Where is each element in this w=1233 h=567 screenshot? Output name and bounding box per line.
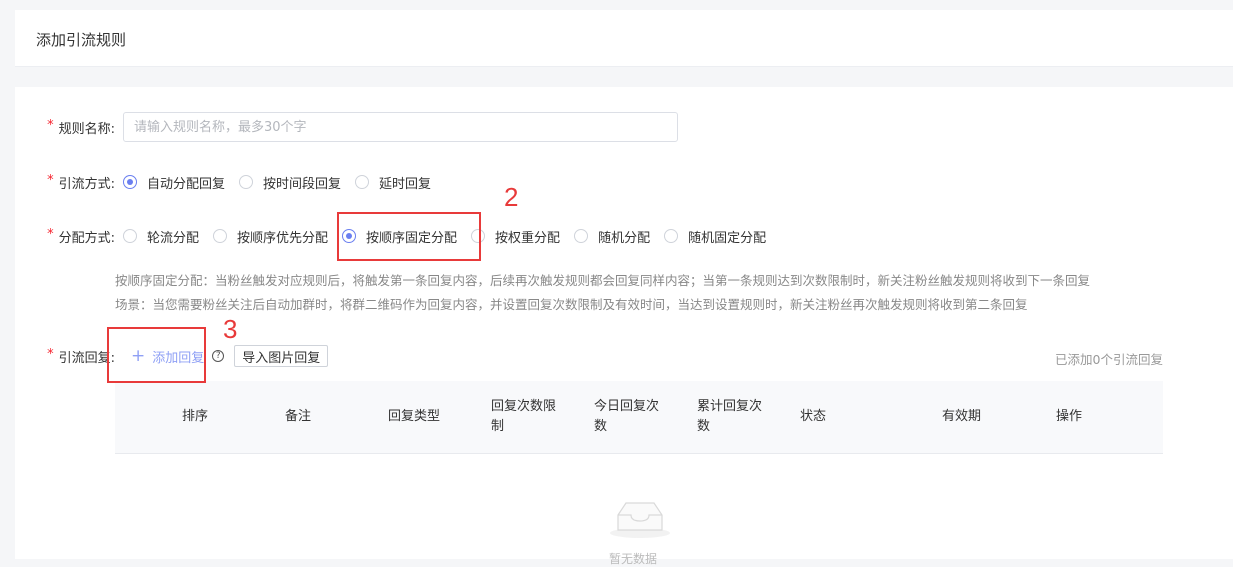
column-header: 回复类型	[388, 409, 441, 424]
radio-dot-icon	[574, 229, 589, 243]
radio-dot-icon	[664, 229, 679, 243]
rule-name-row: * 规则名称:	[15, 112, 678, 142]
add-reply-button[interactable]: + 添加回复	[131, 347, 204, 366]
rule-form: * 规则名称: * 引流方式: 自动分配回复 按时间段回复 延时回复	[15, 87, 1233, 566]
radio-auto-allocate[interactable]: 自动分配回复	[123, 173, 225, 192]
allocation-mode-row: * 分配方式: 轮流分配 按顺序优先分配 按顺序固定分配 按权重分配 随机分配 …	[15, 221, 780, 251]
column-header: 有效期	[942, 409, 982, 424]
reply-count-text: 已添加0个引流回复	[1055, 352, 1163, 367]
column-header: 操作	[1056, 409, 1083, 424]
allocation-hint-line-2: 场景：当您需要粉丝关注后自动加群时，将群二维码作为回复内容，并设置回复次数限制及…	[115, 297, 1028, 312]
required-mark: *	[47, 117, 54, 133]
allocation-hint-line-1: 按顺序固定分配：当粉丝触发对应规则后，将触发第一条回复内容，后续再次触发规则都会…	[115, 273, 1091, 288]
radio-dot-icon	[471, 229, 486, 243]
allocation-mode-radio-group: 轮流分配 按顺序优先分配 按顺序固定分配 按权重分配 随机分配 随机固定分配	[123, 227, 780, 246]
radio-sequential-fixed[interactable]: 按顺序固定分配	[342, 227, 457, 246]
column-header: 备注	[285, 409, 312, 424]
radio-by-time-period[interactable]: 按时间段回复	[239, 173, 341, 192]
page-title: 添加引流规则	[36, 31, 127, 49]
required-mark: *	[47, 172, 54, 188]
replies-label: * 引流回复:	[47, 346, 115, 366]
annotation-number-2: 2	[504, 182, 519, 212]
radio-dot-icon	[342, 229, 357, 243]
annotation-number-3: 3	[223, 314, 238, 344]
column-header: 排序	[182, 409, 209, 424]
rule-name-input[interactable]	[123, 112, 678, 142]
radio-dot-icon	[123, 175, 137, 189]
import-image-reply-button[interactable]: 导入图片回复	[234, 345, 329, 367]
plus-icon: +	[131, 345, 146, 366]
help-icon[interactable]: ?	[212, 350, 225, 362]
radio-sequential-priority[interactable]: 按顺序优先分配	[213, 227, 328, 246]
rule-name-label: * 规则名称:	[47, 117, 115, 137]
page-header: 添加引流规则	[15, 10, 1233, 67]
required-mark: *	[47, 226, 54, 242]
radio-weighted[interactable]: 按权重分配	[471, 227, 560, 246]
allocation-mode-label: * 分配方式:	[47, 226, 115, 246]
diversion-mode-radio-group: 自动分配回复 按时间段回复 延时回复	[123, 173, 445, 192]
replies-row: * 引流回复: + 添加回复 ? 导入图片回复	[15, 341, 329, 371]
radio-dot-icon	[123, 229, 137, 243]
radio-round-robin[interactable]: 轮流分配	[123, 227, 199, 246]
column-header: 今日回复次 数	[594, 399, 660, 434]
column-header: 回复次数限 制	[491, 399, 557, 434]
radio-dot-icon	[239, 175, 254, 189]
required-mark: *	[47, 346, 54, 362]
radio-delayed[interactable]: 延时回复	[355, 173, 431, 192]
radio-random-fixed[interactable]: 随机固定分配	[664, 227, 766, 246]
column-header: 累计回复次 数	[697, 399, 763, 434]
radio-dot-icon	[355, 175, 370, 189]
column-header: 状态	[800, 409, 827, 424]
diversion-mode-label: * 引流方式:	[47, 172, 115, 192]
diversion-mode-row: * 引流方式: 自动分配回复 按时间段回复 延时回复	[15, 167, 445, 197]
radio-random[interactable]: 随机分配	[574, 227, 650, 246]
radio-dot-icon	[213, 229, 228, 243]
empty-inbox-icon	[610, 502, 670, 538]
reply-table-header: 排序 备注 回复类型 回复次数限 制 今日回复次 数 累计回复次 数 状态 有效…	[115, 381, 1163, 454]
